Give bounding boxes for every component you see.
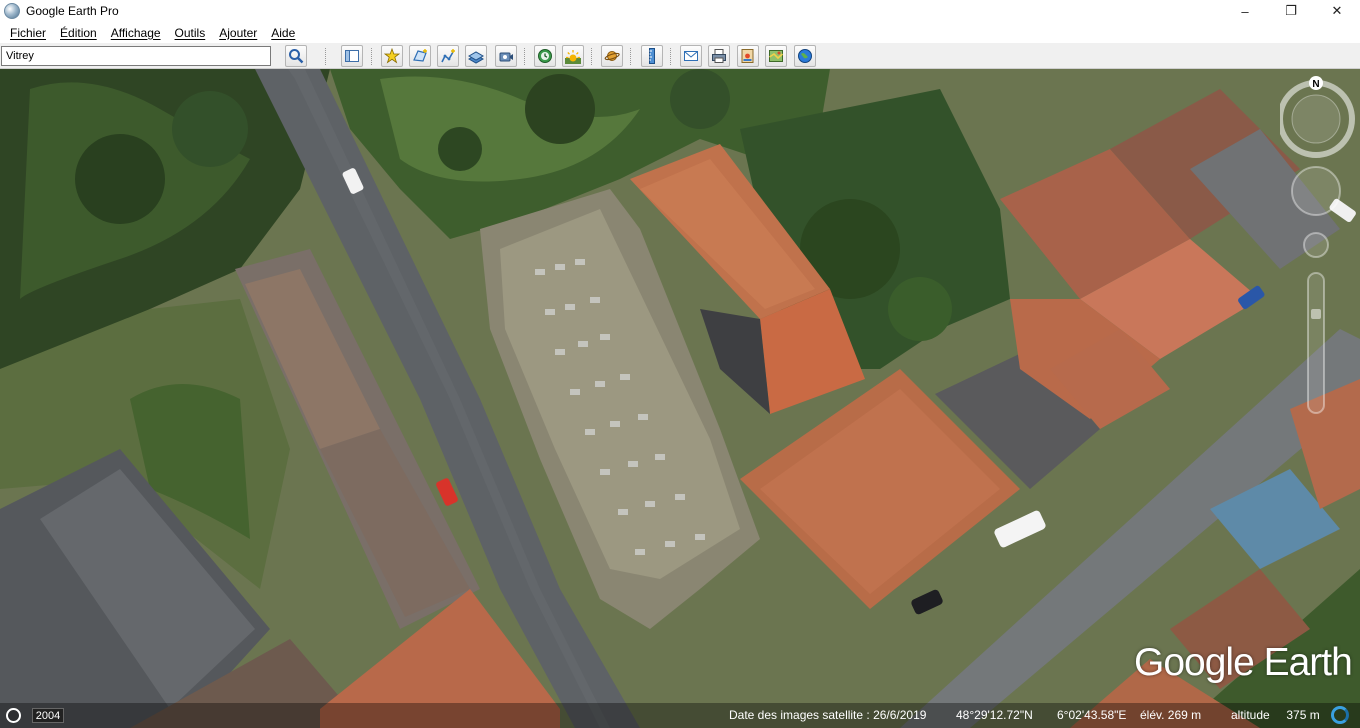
add-path-button[interactable]: [437, 45, 459, 67]
menu-bar: Fichier Édition Affichage Outils Ajouter…: [0, 22, 1360, 43]
navigation-controls: N: [1280, 76, 1355, 414]
title-bar: Google Earth Pro – ❐ ✕: [0, 0, 1360, 22]
window-controls: – ❐ ✕: [1222, 0, 1360, 22]
image-overlay-icon: [468, 51, 484, 64]
zoom-slider[interactable]: [1307, 272, 1325, 414]
map-view[interactable]: N Google Earth: [0, 69, 1360, 728]
placemark-icon: [384, 48, 400, 64]
earth-icon: [798, 49, 812, 63]
sunlight-icon: [565, 50, 581, 64]
toolbar-separator: [325, 48, 326, 65]
google-earth-app-icon: [4, 3, 20, 19]
print-button[interactable]: [708, 45, 730, 67]
toolbar-separator: [371, 48, 372, 65]
menu-fichier[interactable]: Fichier: [3, 26, 53, 40]
toolbar-separator: [591, 48, 592, 65]
compass-ring[interactable]: [1280, 80, 1355, 158]
move-joystick[interactable]: [1303, 232, 1329, 258]
menu-outils[interactable]: Outils: [168, 26, 213, 40]
imagery-date: Date des images satellite : 26/6/2019: [729, 708, 927, 722]
close-button[interactable]: ✕: [1314, 0, 1360, 22]
minimize-button[interactable]: –: [1222, 0, 1268, 22]
email-button[interactable]: [680, 45, 702, 67]
record-tour-button[interactable]: [495, 45, 517, 67]
menu-edition[interactable]: Édition: [53, 26, 104, 40]
earth-button[interactable]: [794, 45, 816, 67]
sunlight-button[interactable]: [562, 45, 584, 67]
status-bar: Date des images satellite : 26/6/2019 48…: [0, 703, 1360, 728]
zoom-slider-thumb[interactable]: [1311, 309, 1321, 319]
historical-imagery-button[interactable]: [534, 45, 556, 67]
planets-button[interactable]: [601, 45, 623, 67]
toolbar-separator: [524, 48, 525, 65]
toolbar-separator: [630, 48, 631, 65]
menu-aide[interactable]: Aide: [264, 26, 302, 40]
add-image-overlay-button[interactable]: [465, 45, 487, 67]
menu-affichage[interactable]: Affichage: [104, 26, 168, 40]
streaming-progress-icon: [1331, 706, 1349, 724]
historical-imagery-icon: [538, 49, 552, 63]
historical-clock-icon[interactable]: [6, 708, 21, 723]
satellite-imagery: [0, 69, 1360, 728]
search-icon: [289, 49, 304, 64]
planets-icon: [604, 51, 620, 61]
north-label: N: [1312, 79, 1319, 90]
view-in-maps-icon: [769, 50, 784, 62]
longitude: 6°02'43.58"E: [1057, 708, 1127, 722]
path-icon: [441, 49, 455, 63]
window-title: Google Earth Pro: [26, 4, 119, 18]
print-icon: [712, 49, 726, 63]
record-tour-icon: [499, 52, 513, 62]
add-placemark-button[interactable]: [381, 45, 403, 67]
polygon-icon: [413, 49, 427, 62]
maximize-button[interactable]: ❐: [1268, 0, 1314, 22]
add-polygon-button[interactable]: [409, 45, 431, 67]
google-earth-logo: Google Earth: [1134, 641, 1353, 684]
ruler-icon: [649, 48, 655, 64]
latitude: 48°29'12.72"N: [956, 708, 1033, 722]
sidebar-toggle-icon: [345, 50, 359, 62]
imagery-year-badge[interactable]: 2004: [32, 708, 64, 723]
look-joystick[interactable]: [1291, 166, 1341, 216]
ruler-button[interactable]: [641, 45, 663, 67]
toolbar-separator: [670, 48, 671, 65]
elevation: élév. 269 m: [1140, 708, 1202, 722]
menu-ajouter[interactable]: Ajouter: [212, 26, 264, 40]
sidebar-toggle-button[interactable]: [341, 45, 363, 67]
save-image-button[interactable]: [737, 45, 759, 67]
email-icon: [684, 51, 698, 61]
toolbar: [0, 43, 1360, 69]
save-image-icon: [741, 49, 754, 63]
view-in-maps-button[interactable]: [765, 45, 787, 67]
search-button[interactable]: [285, 45, 307, 67]
search-input[interactable]: [1, 46, 271, 66]
altitude: altitude 375 m: [1231, 708, 1320, 722]
